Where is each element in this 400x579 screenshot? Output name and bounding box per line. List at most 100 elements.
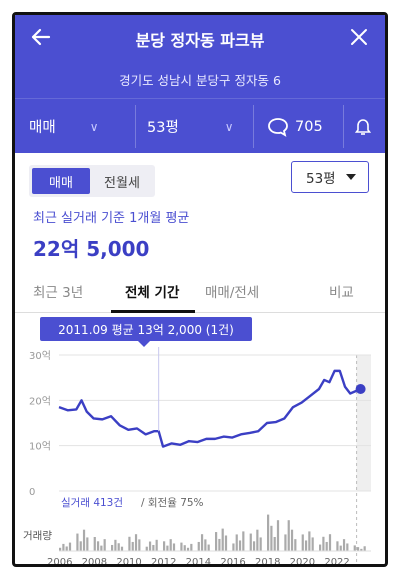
price-chart[interactable]: 0 10억 20억 30억실거래 413건 / 회전율 75% 거래량 2006 2008 20… xyxy=(15,315,385,567)
y-tick-label: 10억 xyxy=(29,441,51,453)
tab-trade-vs-rent[interactable]: 매매/전세 xyxy=(205,281,259,301)
address-text: 경기도 성남시 분당구 정자동 6 xyxy=(119,73,281,88)
x-tick-label: 2008 xyxy=(82,557,107,567)
volume-bar xyxy=(172,543,176,551)
volume-bar xyxy=(134,534,138,551)
volume-bar xyxy=(166,545,169,551)
x-tick-label: 2020 xyxy=(290,557,315,567)
header: 분당 정자동 파크뷰 경기도 성남시 분당구 정자동 6 매매 ∨ 53평 ∨ … xyxy=(15,15,385,153)
price-line xyxy=(58,369,362,448)
volume-bar xyxy=(62,543,65,551)
chart-tooltip: 2011.09 평균 13억 2,000 (1건) xyxy=(40,317,252,347)
close-icon[interactable] xyxy=(345,23,373,51)
turnover-rate: / 회전율 75% xyxy=(141,497,204,509)
volume-bar xyxy=(284,534,287,551)
price-caption: 최근 실거래 기준 1개월 평균 xyxy=(33,211,190,226)
x-tick-label: 2014 xyxy=(186,557,211,567)
volume-bar xyxy=(252,541,256,551)
tab-compare[interactable]: 비교 xyxy=(329,281,354,301)
volume-bar xyxy=(356,547,360,551)
volume-bar xyxy=(148,541,152,551)
volume-bar xyxy=(287,520,290,551)
page-title: 분당 정자동 파크뷰 xyxy=(135,31,265,50)
volume-bar xyxy=(117,543,120,551)
volume-bar xyxy=(325,541,328,551)
size-dropdown[interactable]: 53평 ∨ xyxy=(147,99,247,154)
divider xyxy=(343,105,344,148)
x-tick-label: 2006 xyxy=(47,557,72,567)
y-tick-label: 20억 xyxy=(29,395,51,407)
volume-bar xyxy=(131,541,134,551)
volume-bar xyxy=(259,537,262,551)
volume-bar xyxy=(190,543,193,551)
volume-bar xyxy=(207,544,210,551)
volume-bar xyxy=(342,539,346,551)
comments-button[interactable]: 705 xyxy=(267,99,347,154)
volume-bar xyxy=(270,525,273,551)
volume-bar xyxy=(197,541,200,551)
volume-bar xyxy=(138,539,141,551)
volume-bar xyxy=(96,541,100,551)
volume-bar xyxy=(163,541,166,551)
latest-point xyxy=(355,384,366,394)
y-tick-label: 0 xyxy=(29,487,35,498)
trade-type-label: 매매 xyxy=(29,120,56,136)
volume-bar xyxy=(221,528,224,551)
title-bar: 분당 정자동 파크뷰 xyxy=(15,15,385,61)
volume-bar xyxy=(336,541,339,551)
volume-bar xyxy=(224,535,228,551)
volume-bar xyxy=(68,542,72,551)
x-tick-label: 2016 xyxy=(220,557,245,567)
volume-bar xyxy=(155,539,158,551)
divider xyxy=(135,105,136,148)
volume-bar xyxy=(242,531,245,551)
comment-count: 705 xyxy=(295,118,323,135)
volume-bar xyxy=(304,540,308,551)
volume-bar xyxy=(152,544,155,551)
speech-bubble-icon xyxy=(268,117,288,137)
tab-rent[interactable]: 전월세 xyxy=(93,168,151,194)
size-select[interactable]: 53평 xyxy=(291,161,369,193)
x-tick-label: 2018 xyxy=(255,557,280,567)
volume-bar xyxy=(353,545,356,551)
volume-bar xyxy=(120,546,124,551)
volume-bar xyxy=(183,545,186,551)
volume-bar xyxy=(308,531,311,551)
volume-bar xyxy=(114,539,117,551)
trade-type-dropdown[interactable]: 매매 ∨ xyxy=(29,99,129,154)
volume-bar xyxy=(319,544,322,551)
volume-bar xyxy=(169,539,172,551)
chevron-down-icon: ∨ xyxy=(89,119,99,134)
volume-bar xyxy=(82,529,86,551)
tab-trade[interactable]: 매매 xyxy=(32,168,90,194)
volume-bar xyxy=(200,534,204,551)
volume-bar xyxy=(273,537,276,551)
volume-bar xyxy=(238,540,242,551)
size-select-label: 53평 xyxy=(306,171,336,187)
volume-bar xyxy=(322,536,325,551)
volume-bar xyxy=(256,529,259,551)
tab-recent-3y[interactable]: 최근 3년 xyxy=(33,281,83,301)
divider xyxy=(253,105,254,148)
trade-toggle: 매매 전월세 xyxy=(29,165,155,197)
volume-bar xyxy=(290,529,294,551)
volume-bar xyxy=(86,537,89,551)
tab-all-period[interactable]: 전체 기간 xyxy=(125,281,179,301)
average-price: 22억 5,000 xyxy=(33,237,150,261)
volume-bar xyxy=(267,514,270,551)
volume-bar xyxy=(363,546,366,551)
active-tab-underline xyxy=(111,310,195,313)
volume-bar xyxy=(232,543,235,551)
volume-bar xyxy=(346,543,349,551)
size-label: 53평 xyxy=(147,120,179,136)
volume-bar xyxy=(249,533,252,551)
header-controls: 매매 ∨ 53평 ∨ 705 xyxy=(15,98,385,153)
notification-button[interactable] xyxy=(353,99,383,154)
volume-bar xyxy=(93,537,96,551)
volume-bar xyxy=(311,537,314,551)
y-tick-label: 30억 xyxy=(29,350,51,362)
future-band xyxy=(356,355,371,491)
caret-down-icon xyxy=(346,174,356,180)
volume-bar xyxy=(276,520,280,551)
volume-bar xyxy=(76,533,79,551)
